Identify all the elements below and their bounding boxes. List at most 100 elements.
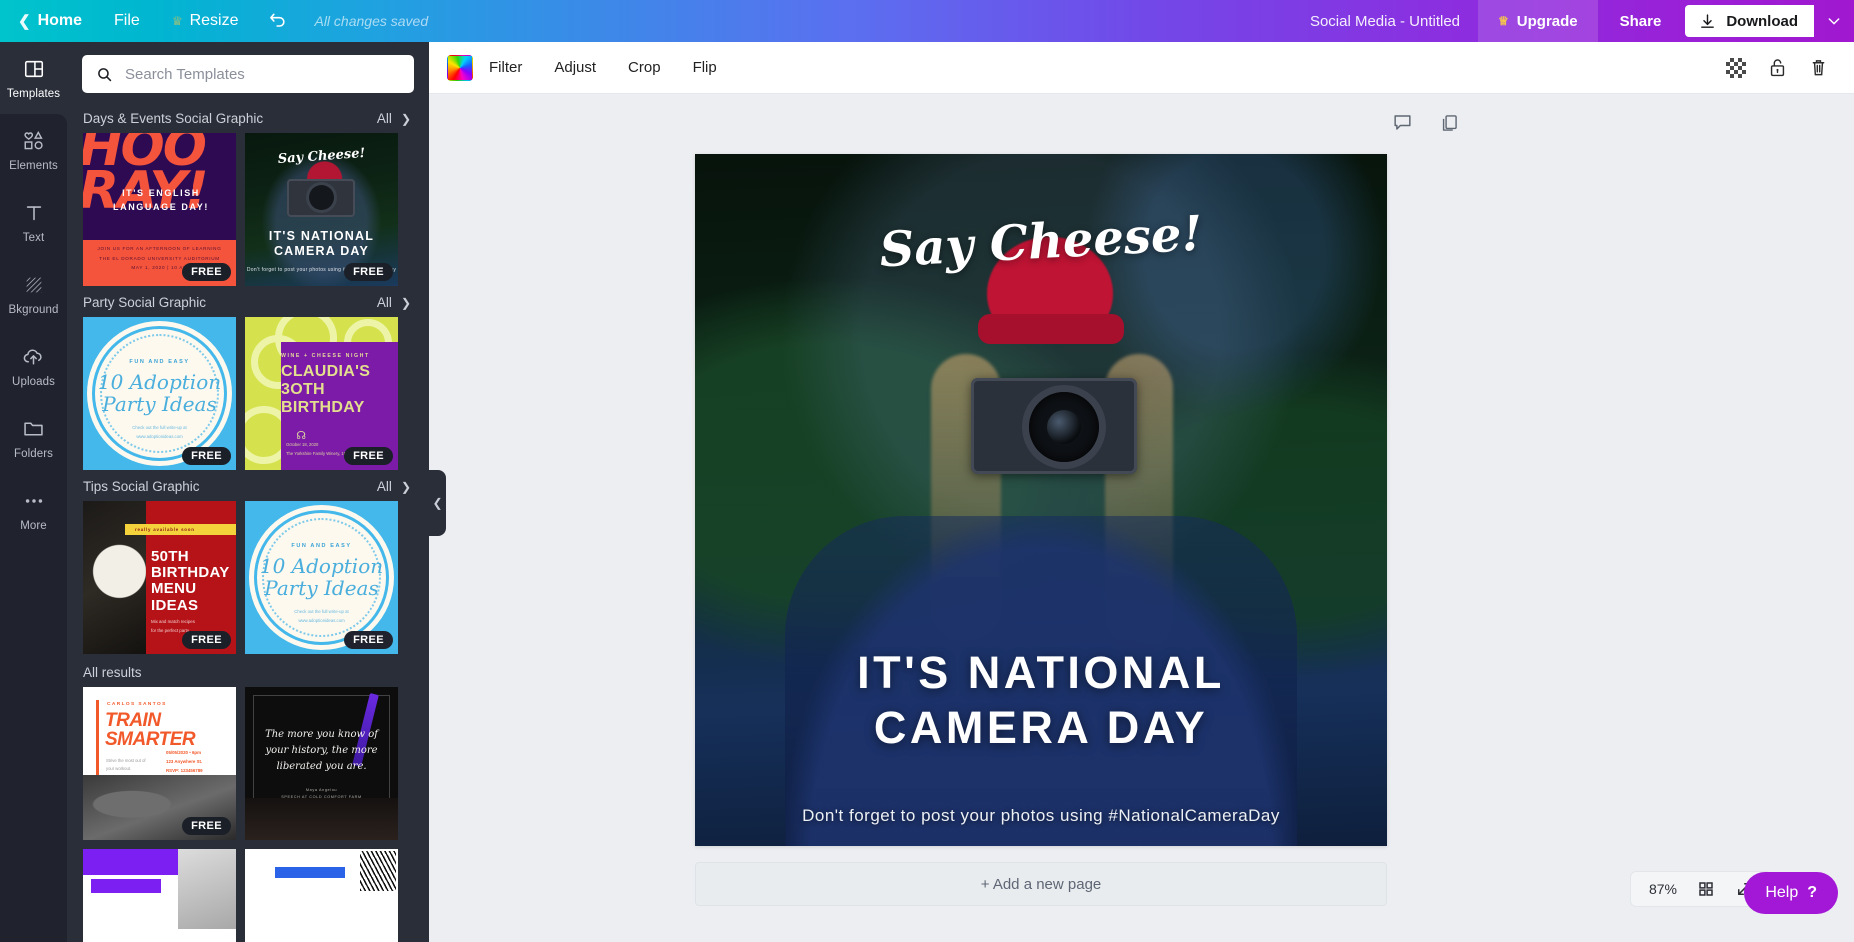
section-all-link[interactable]: All ❯ — [377, 295, 411, 310]
thumb-headline: CLAUDIA'S 3OTH BIRTHDAY — [281, 363, 371, 416]
template-thumbnail[interactable]: really available soon 50TH BIRTHDAY MENU… — [83, 501, 236, 654]
duplicate-page-button[interactable] — [1439, 113, 1459, 133]
color-block-shape — [83, 849, 178, 875]
resize-label: Resize — [189, 12, 239, 29]
wine-glass-icon: ☊ — [296, 430, 306, 442]
resize-button[interactable]: ♕ Resize — [156, 0, 255, 42]
download-label: Download — [1726, 12, 1798, 30]
page-actions — [1392, 113, 1459, 133]
elements-icon — [22, 129, 45, 153]
panel-horizontal-scrollbar[interactable] — [134, 934, 429, 939]
template-grid: HOO RAY! IT'S ENGLISH LANGUAGE DAY! JOIN… — [67, 133, 429, 286]
sidebar-item-uploads[interactable]: Uploads — [0, 330, 67, 402]
undo-button[interactable] — [254, 11, 302, 31]
share-button[interactable]: Share — [1598, 0, 1684, 42]
trash-icon — [1809, 57, 1828, 78]
free-badge: FREE — [182, 631, 231, 649]
template-thumbnail[interactable]: CARLOS SANTOS TRAIN SMARTER Strive the m… — [83, 687, 236, 840]
thumb-headline: TRAIN SMARTER — [105, 710, 196, 751]
template-thumbnail[interactable]: Say Cheese! IT'S NATIONAL CAMERA DAY Don… — [245, 133, 398, 286]
transparency-button[interactable] — [1726, 57, 1746, 78]
more-icon — [23, 489, 45, 513]
design-headline[interactable]: IT'S NATIONAL CAMERA DAY — [695, 646, 1387, 756]
section-all-link[interactable]: All ❯ — [377, 111, 411, 126]
uploads-icon — [22, 345, 45, 369]
template-thumbnail[interactable]: FUN AND EASY 10 Adoption Party Ideas Che… — [245, 501, 398, 654]
camera-lens-shape — [1029, 392, 1099, 462]
free-badge: FREE — [344, 263, 393, 281]
chevron-left-icon: ❮ — [432, 496, 443, 510]
all-results-header: All results — [83, 665, 142, 680]
crown-icon: ♕ — [171, 14, 183, 28]
chevron-right-icon: ❯ — [400, 295, 411, 310]
template-thumbnail[interactable]: FUN AND EASY 10 Adoption Party Ideas Che… — [83, 317, 236, 470]
sidebar-label: Bkground — [8, 303, 59, 316]
template-thumbnail[interactable]: HOO RAY! IT'S ENGLISH LANGUAGE DAY! JOIN… — [83, 133, 236, 286]
thumb-kicker: WINE + CHEESE NIGHT — [281, 353, 370, 359]
section-all-link[interactable]: All ❯ — [377, 479, 411, 494]
thumb-kicker: FUN AND EASY — [129, 359, 190, 365]
color-block-shape — [275, 867, 345, 878]
free-badge: FREE — [344, 447, 393, 465]
left-rail: Templates Elements Text Bkground Uploads… — [0, 42, 67, 942]
template-thumbnail[interactable]: WINE + CHEESE NIGHT CLAUDIA'S 3OTH BIRTH… — [245, 317, 398, 470]
upgrade-label: Upgrade — [1516, 12, 1578, 30]
panel-scroll-area[interactable]: Days & Events Social Graphic All ❯ HOO R… — [67, 102, 429, 942]
search-box[interactable] — [82, 55, 414, 93]
help-label: Help — [1765, 884, 1799, 901]
free-badge: FREE — [182, 447, 231, 465]
photo-shape — [178, 849, 236, 929]
thumb-quote: The more you know of your history, the m… — [265, 729, 378, 772]
sidebar-item-more[interactable]: More — [0, 474, 67, 546]
adjust-button[interactable]: Adjust — [538, 51, 612, 85]
templates-panel: Days & Events Social Graphic All ❯ HOO R… — [67, 42, 429, 942]
help-button[interactable]: Help ? — [1744, 872, 1838, 914]
thumb-headline: 10 Adoption Party Ideas — [97, 370, 222, 417]
lock-button[interactable] — [1768, 57, 1787, 78]
zoom-level[interactable]: 87% — [1649, 881, 1677, 897]
grid-view-button[interactable] — [1697, 880, 1715, 898]
home-button[interactable]: ❮ Home — [0, 0, 98, 42]
flip-button[interactable]: Flip — [677, 51, 733, 85]
file-menu-button[interactable]: File — [98, 0, 156, 42]
templates-icon — [23, 57, 45, 81]
design-page[interactable]: Say Cheese! IT'S NATIONAL CAMERA DAY Don… — [695, 154, 1387, 846]
thumb-small-text: Check out the full write-up at www.adopt… — [132, 425, 187, 440]
sidebar-item-bkground[interactable]: Bkground — [0, 258, 67, 330]
chevron-down-icon — [1826, 13, 1842, 29]
search-icon — [96, 66, 113, 83]
sidebar-item-templates[interactable]: Templates — [0, 42, 67, 114]
add-new-page-button[interactable]: + Add a new page — [695, 862, 1387, 906]
delete-button[interactable] — [1809, 57, 1828, 78]
background-icon — [23, 273, 45, 297]
section-title: Party Social Graphic — [83, 295, 207, 310]
sidebar-label: Folders — [13, 447, 54, 460]
filter-button[interactable]: Filter — [473, 51, 538, 85]
document-title[interactable]: Social Media - Untitled — [1292, 13, 1478, 30]
crop-button[interactable]: Crop — [612, 51, 677, 85]
template-thumbnail[interactable] — [245, 849, 398, 942]
sidebar-item-elements[interactable]: Elements — [0, 114, 67, 186]
panel-collapse-button[interactable]: ❮ — [429, 470, 446, 536]
template-thumbnail[interactable] — [83, 849, 236, 942]
free-badge: FREE — [182, 817, 231, 835]
color-picker-icon[interactable] — [447, 54, 473, 81]
text-icon — [23, 201, 45, 225]
sidebar-item-folders[interactable]: Folders — [0, 402, 67, 474]
thumb-meta-text: 05/05/2020 • 6pm 123 Anywhere St. RSVP: … — [166, 750, 203, 773]
share-label: Share — [1619, 12, 1662, 30]
design-subtext[interactable]: Don't forget to post your photos using #… — [695, 806, 1387, 826]
sidebar-item-text[interactable]: Text — [0, 186, 67, 258]
download-button[interactable]: Download — [1685, 5, 1814, 37]
all-label: All — [376, 479, 392, 494]
upgrade-button[interactable]: ♕ Upgrade — [1478, 0, 1598, 42]
download-options-button[interactable] — [1814, 5, 1854, 37]
camera-lens-shape — [309, 185, 334, 210]
template-thumbnail[interactable]: The more you know of your history, the m… — [245, 687, 398, 840]
comment-button[interactable] — [1392, 113, 1413, 133]
free-badge: FREE — [344, 631, 393, 649]
thumb-headline: IT'S NATIONAL CAMERA DAY — [268, 228, 375, 259]
thumb-small-text: Strive the most out of your workout. — [106, 758, 146, 771]
thumb-kicker: FUN AND EASY — [291, 543, 352, 549]
search-input[interactable] — [125, 65, 400, 83]
